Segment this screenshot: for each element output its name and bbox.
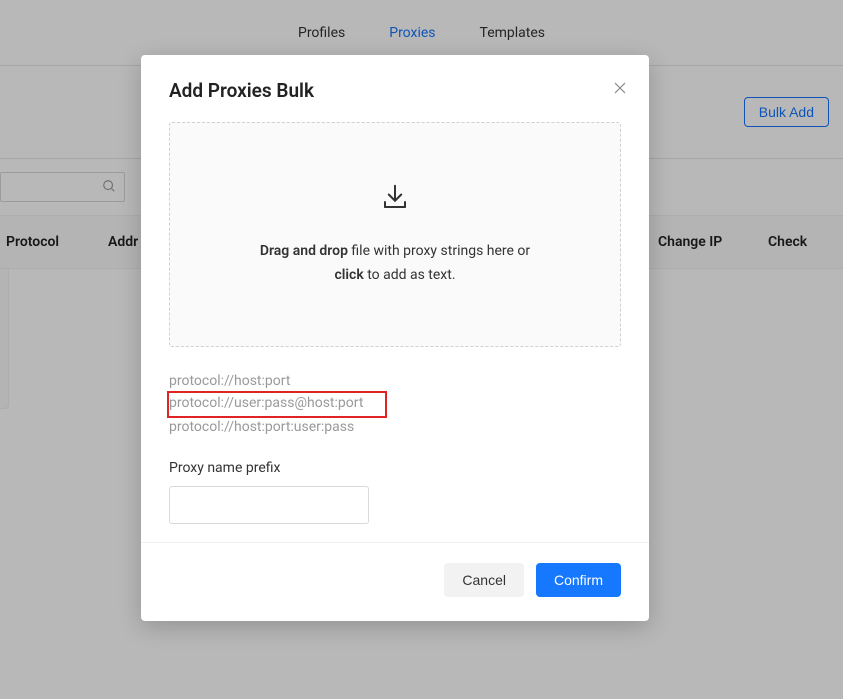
format-line-3: protocol://host:port:user:pass xyxy=(169,417,621,438)
format-line-2-highlighted: protocol://user:pass@host:port xyxy=(167,391,387,418)
modal-body: Drag and drop file with proxy strings he… xyxy=(141,122,649,542)
dropzone-mid: file with proxy strings here or xyxy=(348,243,530,259)
add-proxies-bulk-modal: Add Proxies Bulk Drag and drop file with… xyxy=(141,55,649,621)
proxy-format-hints: protocol://host:port protocol://user:pas… xyxy=(169,371,621,438)
dropzone-text: Drag and drop file with proxy strings he… xyxy=(260,240,530,288)
modal-header: Add Proxies Bulk xyxy=(141,55,649,122)
format-line-1: protocol://host:port xyxy=(169,371,621,392)
dropzone-strong-1: Drag and drop xyxy=(260,243,348,259)
download-icon xyxy=(380,182,410,216)
cancel-button[interactable]: Cancel xyxy=(444,563,524,597)
dropzone-tail: to add as text. xyxy=(364,267,456,283)
modal-title: Add Proxies Bulk xyxy=(169,79,314,102)
proxy-name-prefix-label: Proxy name prefix xyxy=(169,460,621,476)
dropzone-strong-2: click xyxy=(334,267,363,283)
modal-footer: Cancel Confirm xyxy=(141,542,649,621)
confirm-button[interactable]: Confirm xyxy=(536,563,621,597)
close-icon[interactable] xyxy=(613,81,627,98)
proxy-dropzone[interactable]: Drag and drop file with proxy strings he… xyxy=(169,122,621,347)
proxy-name-prefix-input[interactable] xyxy=(169,486,369,524)
